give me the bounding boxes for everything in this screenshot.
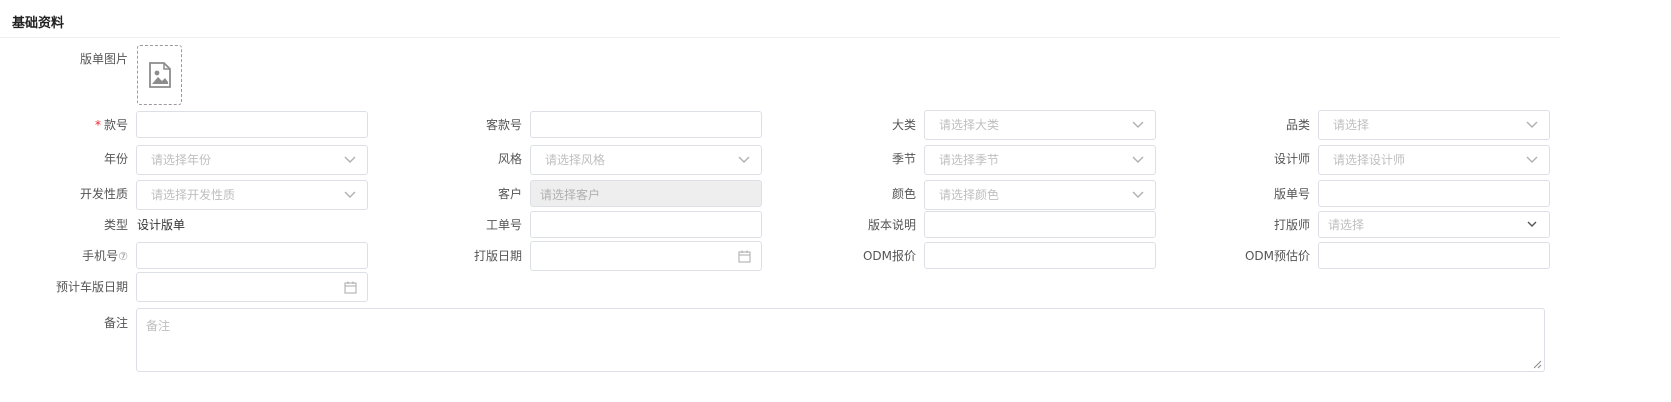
- type-label: 类型: [103, 218, 128, 232]
- customer-style-no-input[interactable]: [530, 111, 762, 138]
- designer-placeholder: 请选择设计师: [1333, 153, 1406, 167]
- phone-label: 手机号⑦: [82, 249, 128, 263]
- section-header: 基础资料: [0, 0, 1560, 38]
- version-note-label: 版本说明: [867, 218, 916, 232]
- designer-label: 设计师: [1273, 152, 1310, 166]
- calendar-icon: [344, 281, 357, 294]
- pattern-image-label: 版单图片: [79, 52, 128, 66]
- color-placeholder: 请选择颜色: [939, 188, 1000, 202]
- dev-nature-placeholder: 请选择开发性质: [151, 188, 236, 202]
- category-label: 品类: [1285, 118, 1310, 132]
- chevron-down-icon: [1132, 191, 1144, 198]
- color-label: 颜色: [891, 187, 916, 201]
- season-placeholder: 请选择季节: [939, 153, 1000, 167]
- customer-label: 客户: [497, 187, 522, 201]
- category-placeholder: 请选择: [1333, 118, 1370, 132]
- customer-select: 请选择客户: [530, 180, 762, 207]
- resize-handle-icon[interactable]: [1533, 360, 1542, 369]
- odm-quote-input[interactable]: [924, 242, 1156, 269]
- chevron-down-icon: [1132, 121, 1144, 128]
- pattern-maker-placeholder: 请选择: [1328, 218, 1365, 232]
- color-select[interactable]: 请选择颜色: [924, 180, 1156, 210]
- dev-nature-label: 开发性质: [79, 187, 128, 201]
- year-placeholder: 请选择年份: [151, 153, 212, 167]
- image-upload-icon: [149, 62, 171, 88]
- category-major-placeholder: 请选择大类: [939, 118, 1000, 132]
- style-label: 风格: [497, 152, 522, 166]
- style-no-input[interactable]: [136, 111, 368, 138]
- required-mark: *: [94, 118, 101, 132]
- odm-quote-label: ODM报价: [862, 249, 916, 263]
- remark-placeholder: 备注: [146, 319, 171, 333]
- help-icon[interactable]: ⑦: [118, 250, 128, 263]
- chevron-down-icon: [1527, 221, 1537, 227]
- year-label: 年份: [103, 152, 128, 166]
- sample-date-label: 打版日期: [473, 249, 522, 263]
- work-order-no-label: 工单号: [485, 218, 522, 232]
- pattern-no-input[interactable]: [1318, 180, 1550, 207]
- chevron-down-icon: [1526, 121, 1538, 128]
- planned-date-picker[interactable]: [136, 272, 368, 302]
- pattern-no-label: 版单号: [1273, 187, 1310, 201]
- odm-estimate-label: ODM预估价: [1244, 249, 1310, 263]
- pattern-image-upload[interactable]: [137, 45, 182, 105]
- category-major-label: 大类: [891, 118, 916, 132]
- work-order-no-input[interactable]: [530, 211, 762, 238]
- category-select[interactable]: 请选择: [1318, 110, 1550, 140]
- chevron-down-icon: [1526, 156, 1538, 163]
- season-label: 季节: [891, 152, 916, 166]
- designer-select[interactable]: 请选择设计师: [1318, 145, 1550, 175]
- chevron-down-icon: [344, 191, 356, 198]
- dev-nature-select[interactable]: 请选择开发性质: [136, 180, 368, 210]
- version-note-input[interactable]: [924, 211, 1156, 238]
- chevron-down-icon: [738, 156, 750, 163]
- remark-label: 备注: [103, 316, 128, 330]
- remark-textarea[interactable]: 备注: [136, 308, 1545, 372]
- season-select[interactable]: 请选择季节: [924, 145, 1156, 175]
- pattern-maker-label: 打版师: [1273, 218, 1310, 232]
- phone-input[interactable]: [136, 242, 368, 269]
- style-placeholder: 请选择风格: [545, 153, 606, 167]
- year-select[interactable]: 请选择年份: [136, 145, 368, 175]
- pattern-maker-select[interactable]: 请选择: [1318, 211, 1550, 238]
- calendar-icon: [738, 250, 751, 263]
- chevron-down-icon: [344, 156, 356, 163]
- category-major-select[interactable]: 请选择大类: [924, 110, 1156, 140]
- sample-date-picker[interactable]: [530, 241, 762, 271]
- style-select[interactable]: 请选择风格: [530, 145, 762, 175]
- section-title: 基础资料: [12, 16, 65, 31]
- chevron-down-icon: [1132, 156, 1144, 163]
- odm-estimate-input[interactable]: [1318, 242, 1550, 269]
- planned-date-label: 预计车版日期: [55, 280, 128, 294]
- customer-placeholder: 请选择客户: [540, 188, 601, 202]
- style-no-label: * 款号: [94, 118, 128, 132]
- customer-style-no-label: 客款号: [485, 118, 522, 132]
- type-value: 设计版单: [137, 218, 186, 232]
